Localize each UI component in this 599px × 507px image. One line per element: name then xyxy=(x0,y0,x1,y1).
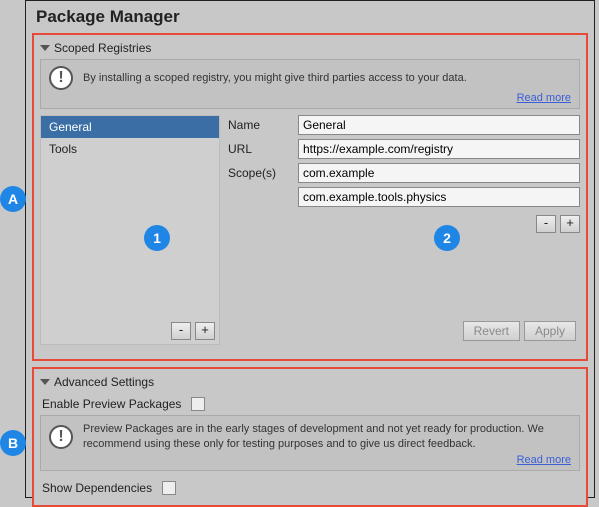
section-title: Scoped Registries xyxy=(54,41,151,55)
read-more-link[interactable]: Read more xyxy=(517,92,571,104)
section-title: Advanced Settings xyxy=(54,375,154,389)
registry-detail: Name URL Scope(s) - + xyxy=(228,115,580,345)
package-manager-window: Package Manager Scoped Registries ! By i… xyxy=(25,0,595,498)
registry-list-item-general[interactable]: General xyxy=(41,116,219,138)
scoped-registries-panel: Scoped Registries ! By installing a scop… xyxy=(32,33,588,361)
name-input[interactable] xyxy=(298,115,580,135)
registry-list-item-tools[interactable]: Tools xyxy=(41,138,219,160)
add-registry-button[interactable]: + xyxy=(195,322,215,340)
chevron-down-icon xyxy=(40,379,50,385)
page-title: Package Manager xyxy=(26,1,594,31)
add-scope-button[interactable]: + xyxy=(560,215,580,233)
enable-preview-label: Enable Preview Packages xyxy=(42,397,181,411)
advanced-warning-text: Preview Packages are in the early stages… xyxy=(83,422,571,452)
enable-preview-checkbox[interactable] xyxy=(191,397,205,411)
scope-input-2[interactable] xyxy=(298,187,580,207)
advanced-settings-header[interactable]: Advanced Settings xyxy=(40,373,580,393)
advanced-settings-panel: Advanced Settings Enable Preview Package… xyxy=(32,367,588,507)
marker-b: B xyxy=(0,430,26,456)
name-label: Name xyxy=(228,118,298,132)
marker-a: A xyxy=(0,186,26,212)
scopes-label: Scope(s) xyxy=(228,166,298,180)
remove-registry-button[interactable]: - xyxy=(171,322,191,340)
scoped-warning-box: ! By installing a scoped registry, you m… xyxy=(40,59,580,109)
apply-button[interactable]: Apply xyxy=(524,321,576,341)
url-label: URL xyxy=(228,142,298,156)
scope-input-1[interactable] xyxy=(298,163,580,183)
alert-icon: ! xyxy=(49,425,73,449)
chevron-down-icon xyxy=(40,45,50,51)
revert-button[interactable]: Revert xyxy=(463,321,520,341)
registry-list: General Tools - + xyxy=(40,115,220,345)
show-dependencies-label: Show Dependencies xyxy=(42,481,152,495)
enable-preview-row: Enable Preview Packages xyxy=(40,393,580,415)
alert-icon: ! xyxy=(49,66,73,90)
read-more-link[interactable]: Read more xyxy=(517,454,571,466)
scoped-registries-header[interactable]: Scoped Registries xyxy=(40,39,580,59)
advanced-warning-box: ! Preview Packages are in the early stag… xyxy=(40,415,580,471)
show-dependencies-checkbox[interactable] xyxy=(162,481,176,495)
marker-2: 2 xyxy=(434,225,460,251)
url-input[interactable] xyxy=(298,139,580,159)
show-dependencies-row: Show Dependencies xyxy=(40,477,580,499)
marker-1: 1 xyxy=(144,225,170,251)
remove-scope-button[interactable]: - xyxy=(536,215,556,233)
registries-body: General Tools - + Name URL Scope(s) xyxy=(40,115,580,345)
scoped-warning-text: By installing a scoped registry, you mig… xyxy=(83,71,571,86)
